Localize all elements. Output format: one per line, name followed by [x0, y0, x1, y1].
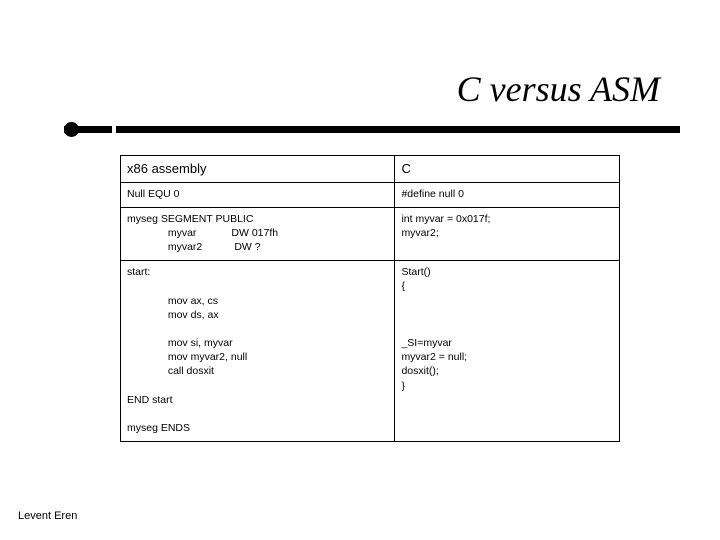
cell-asm-1: Null EQU 0 — [121, 182, 395, 207]
table-row: start: mov ax, cs mov ds, ax mov si, myv… — [121, 261, 620, 442]
cell-asm-2: myseg SEGMENT PUBLIC myvar DW 017fh myva… — [121, 207, 395, 261]
page-title: C versus ASM — [457, 68, 660, 110]
code-c-2: int myvar = 0x017f; myvar2; — [401, 212, 613, 240]
cell-c-1: #define null 0 — [395, 182, 620, 207]
rule-notch — [112, 124, 116, 135]
header-asm: x86 assembly — [121, 156, 395, 183]
code-asm-2: myseg SEGMENT PUBLIC myvar DW 017fh myva… — [127, 212, 388, 255]
rule-bar — [64, 126, 680, 133]
table-row: Null EQU 0 #define null 0 — [121, 182, 620, 207]
code-asm-1: Null EQU 0 — [127, 187, 388, 201]
table-row: myseg SEGMENT PUBLIC myvar DW 017fh myva… — [121, 207, 620, 261]
code-asm-3: start: mov ax, cs mov ds, ax mov si, myv… — [127, 265, 388, 435]
cell-c-3: Start() { _SI=myvar myvar2 = null; dosxi… — [395, 261, 620, 442]
slide: C versus ASM x86 assembly C Null EQU 0 #… — [0, 0, 720, 540]
code-c-3: Start() { _SI=myvar myvar2 = null; dosxi… — [401, 265, 613, 393]
header-c: C — [395, 156, 620, 183]
code-c-1: #define null 0 — [401, 187, 613, 201]
table-header-row: x86 assembly C — [121, 156, 620, 183]
cell-c-2: int myvar = 0x017f; myvar2; — [395, 207, 620, 261]
rule-dot-icon — [64, 122, 79, 137]
footer-author: Levent Eren — [18, 510, 77, 522]
cell-asm-3: start: mov ax, cs mov ds, ax mov si, myv… — [121, 261, 395, 442]
title-rule — [64, 126, 680, 142]
comparison-table: x86 assembly C Null EQU 0 #define null 0… — [120, 155, 620, 442]
